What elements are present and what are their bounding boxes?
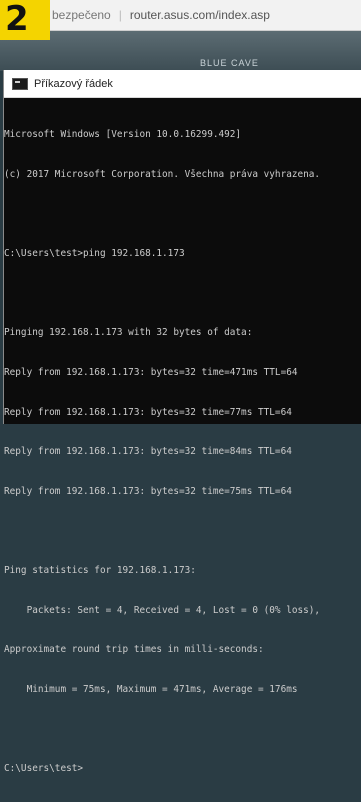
console-line: Reply from 192.168.1.173: bytes=32 time=…: [4, 446, 292, 458]
console-line: (c) 2017 Microsoft Corporation. Všechna …: [4, 169, 321, 180]
url-text[interactable]: router.asus.com/index.asp: [130, 8, 270, 22]
console-line: Pinging 192.168.1.173 with 32 bytes of d…: [4, 327, 253, 339]
address-separator: |: [118, 8, 122, 22]
security-label: bezpečeno: [52, 8, 111, 22]
console-line: Approximate round trip times in milli-se…: [4, 644, 264, 656]
console-line: Microsoft Windows [Version 10.0.16299.49…: [4, 129, 242, 141]
step-number: 2: [5, 0, 29, 39]
step-number-badge: 2: [0, 0, 50, 40]
console-line: Reply from 192.168.1.173: bytes=32 time=…: [4, 406, 292, 418]
console-line: Ping statistics for 192.168.1.173:: [4, 564, 196, 576]
cmd-app-icon: [12, 77, 28, 90]
router-page-background: [0, 31, 361, 71]
window-titlebar[interactable]: Příkazový řádek: [4, 70, 361, 98]
console-line: C:\Users\test>ping 192.168.1.173: [4, 248, 185, 260]
browser-address-bar[interactable]: bezpečeno | router.asus.com/index.asp: [0, 0, 361, 31]
console-prompt-line[interactable]: C:\Users\test>: [4, 762, 361, 775]
console-line: Reply from 192.168.1.173: bytes=32 time=…: [4, 366, 298, 378]
command-prompt-window[interactable]: Příkazový řádek Microsoft Windows [Versi…: [4, 70, 361, 774]
window-title: Příkazový řádek: [34, 77, 113, 90]
console-line: Reply from 192.168.1.173: bytes=32 time=…: [4, 485, 292, 497]
console-line: Packets: Sent = 4, Received = 4, Lost = …: [4, 604, 321, 616]
console-line: Minimum = 75ms, Maximum = 471ms, Average…: [4, 683, 298, 695]
console-output[interactable]: Microsoft Windows [Version 10.0.16299.49…: [4, 98, 361, 802]
router-banner-text: BLUE CAVE: [200, 58, 259, 68]
